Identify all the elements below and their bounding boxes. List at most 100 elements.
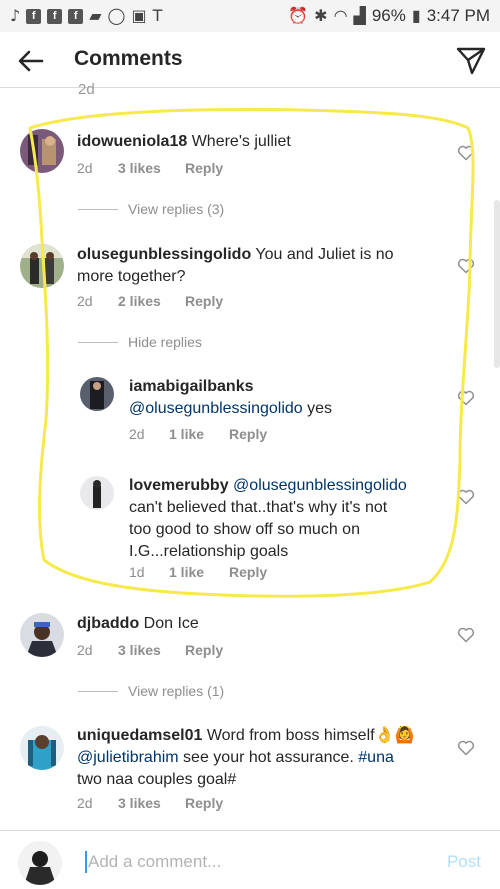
reply-button[interactable]: Reply bbox=[229, 426, 267, 442]
comment-body: two naa couples goal# bbox=[77, 771, 237, 788]
divider-line bbox=[78, 341, 118, 343]
back-button[interactable] bbox=[14, 44, 48, 78]
comment-time: 2d bbox=[77, 795, 93, 811]
facebook-icon: f bbox=[68, 8, 84, 24]
comment-text: idowueniola18 Where's julliet bbox=[77, 131, 291, 153]
share-button[interactable] bbox=[454, 43, 488, 77]
page-title: Comments bbox=[74, 47, 183, 70]
avatar[interactable] bbox=[80, 377, 114, 411]
reply-button[interactable]: Reply bbox=[185, 293, 223, 309]
hide-replies-toggle[interactable]: Hide replies bbox=[78, 334, 202, 350]
add-comment-input[interactable] bbox=[88, 847, 418, 877]
music-note-icon: ♪ bbox=[10, 6, 21, 25]
reply-button[interactable]: Reply bbox=[185, 160, 223, 176]
reply-body: can't believed that..that's why it's not bbox=[129, 499, 388, 516]
reply-body: too good to show off so much on bbox=[129, 521, 360, 538]
avatar[interactable] bbox=[20, 726, 64, 770]
gallery-icon: ▣ bbox=[131, 6, 147, 25]
text-caret bbox=[85, 851, 87, 873]
comment-body: see your hot assurance. bbox=[178, 749, 359, 766]
battery-icon: ▮ bbox=[411, 6, 421, 25]
comment-username[interactable]: djbaddo bbox=[77, 615, 139, 632]
mention-link[interactable]: @olusegunblessingolido bbox=[129, 400, 303, 417]
reply-time: 2d bbox=[129, 426, 145, 442]
reply-username[interactable]: lovemerubby bbox=[129, 477, 229, 494]
heart-icon[interactable] bbox=[457, 144, 475, 162]
chat-icon: ▰ bbox=[89, 6, 102, 25]
comment-time: 2d bbox=[77, 642, 93, 658]
back-arrow-icon bbox=[18, 50, 44, 72]
facebook-icon: f bbox=[26, 8, 42, 24]
avatar[interactable] bbox=[18, 841, 62, 885]
wifi-icon: ◠ bbox=[333, 6, 348, 25]
likes-count[interactable]: 1 like bbox=[169, 564, 229, 580]
comment-text: olusegunblessingolido You and Juliet is … bbox=[77, 244, 437, 288]
divider-line bbox=[78, 690, 118, 692]
likes-count[interactable]: 3 likes bbox=[118, 795, 185, 811]
bluetooth-icon: ✱ bbox=[314, 6, 328, 25]
reply-body: I.G...relationship goals bbox=[129, 543, 289, 560]
avatar[interactable] bbox=[20, 129, 64, 173]
comment-text: uniquedamsel01 Word from boss himself👌🙆 … bbox=[77, 725, 447, 791]
likes-count[interactable]: 3 likes bbox=[118, 642, 185, 658]
view-replies-label: View replies (1) bbox=[128, 683, 225, 699]
comment-username[interactable]: uniquedamsel01 bbox=[77, 727, 202, 744]
avatar[interactable] bbox=[80, 476, 114, 510]
heart-icon[interactable] bbox=[457, 389, 475, 407]
reply-button[interactable]: Reply bbox=[185, 795, 223, 811]
post-button[interactable]: Post bbox=[447, 852, 481, 872]
comment-time: 2d bbox=[77, 293, 93, 309]
signal-icon: ▟ bbox=[353, 6, 366, 25]
alarm-icon: ⏰ bbox=[288, 6, 309, 25]
hide-replies-label: Hide replies bbox=[128, 334, 202, 350]
battery-percent: 96% bbox=[371, 6, 406, 25]
status-right-icons: ⏰ ✱ ◠ ▟ 96% ▮ 3:47 PM bbox=[288, 6, 490, 26]
reply-text: iamabigailbanks @olusegunblessingolido y… bbox=[129, 376, 332, 420]
likes-count[interactable]: 3 likes bbox=[118, 160, 185, 176]
reply-meta: 1d 1 like Reply bbox=[129, 564, 267, 580]
whatsapp-icon: ◯ bbox=[107, 6, 126, 25]
emoji-icon: 👌🙆 bbox=[374, 727, 415, 744]
status-left-icons: ♪ f f f ▰ ◯ ▣ T bbox=[10, 8, 162, 24]
status-bar: ♪ f f f ▰ ◯ ▣ T ⏰ ✱ ◠ ▟ 96% ▮ 3:47 PM bbox=[0, 0, 500, 32]
reply-body: yes bbox=[302, 400, 333, 417]
reply-meta: 2d 1 like Reply bbox=[129, 426, 267, 442]
heart-icon[interactable] bbox=[457, 257, 475, 275]
avatar[interactable] bbox=[20, 244, 64, 288]
reply-button[interactable]: Reply bbox=[185, 642, 223, 658]
avatar[interactable] bbox=[20, 613, 64, 657]
comment-body: Word from boss himself bbox=[202, 727, 375, 744]
likes-count[interactable]: 2 likes bbox=[118, 293, 185, 309]
comment-composer: Post bbox=[0, 830, 500, 889]
t-mobile-icon: T bbox=[152, 6, 163, 25]
hashtag-link[interactable]: #una bbox=[358, 749, 394, 766]
scrollbar[interactable] bbox=[494, 200, 500, 368]
mention-link[interactable]: @julietibrahim bbox=[77, 749, 179, 766]
heart-icon[interactable] bbox=[457, 488, 475, 506]
mention-link[interactable]: @olusegunblessingolido bbox=[233, 477, 407, 494]
view-replies-toggle[interactable]: View replies (3) bbox=[78, 201, 224, 217]
comment-text: djbaddo Don Ice bbox=[77, 613, 199, 635]
heart-icon[interactable] bbox=[457, 739, 475, 757]
comment-meta: 2d 3 likes Reply bbox=[77, 160, 223, 176]
comment-meta: 2d 3 likes Reply bbox=[77, 795, 223, 811]
comment-meta: 2d 3 likes Reply bbox=[77, 642, 223, 658]
reply-username[interactable]: iamabigailbanks bbox=[129, 376, 332, 398]
comment-meta: 2d 2 likes Reply bbox=[77, 293, 223, 309]
comment-body: You and Juliet is no bbox=[251, 246, 394, 263]
comment-username[interactable]: idowueniola18 bbox=[77, 133, 187, 150]
cut-off-time: 2d bbox=[78, 81, 95, 98]
heart-icon[interactable] bbox=[457, 626, 475, 644]
reply-time: 1d bbox=[129, 564, 145, 580]
comment-username[interactable]: olusegunblessingolido bbox=[77, 246, 251, 263]
reply-button[interactable]: Reply bbox=[229, 564, 267, 580]
view-replies-label: View replies (3) bbox=[128, 201, 225, 217]
view-replies-toggle[interactable]: View replies (1) bbox=[78, 683, 224, 699]
clock: 3:47 PM bbox=[426, 6, 490, 25]
paper-plane-icon bbox=[456, 47, 486, 75]
header: Comments bbox=[0, 32, 500, 88]
facebook-icon: f bbox=[47, 8, 63, 24]
likes-count[interactable]: 1 like bbox=[169, 426, 229, 442]
comment-body: more together? bbox=[77, 268, 186, 285]
comment-body: Don Ice bbox=[139, 615, 199, 632]
